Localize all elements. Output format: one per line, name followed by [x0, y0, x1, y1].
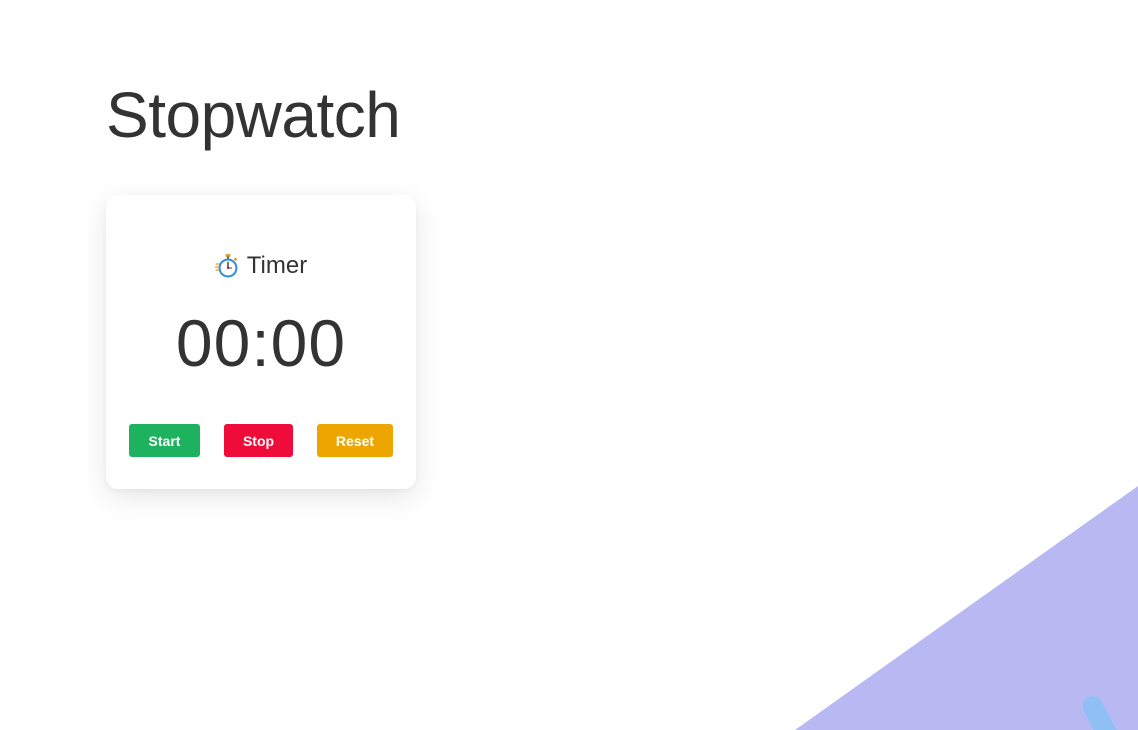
- stop-button[interactable]: Stop: [224, 424, 293, 457]
- blue-pill-shape: [1082, 696, 1122, 730]
- timer-header: Timer: [106, 250, 416, 282]
- timer-display: 00:00: [175, 306, 347, 380]
- page: Stopwatch Timer 00:00 Start Stop Reset: [0, 0, 1138, 730]
- page-title: Stopwatch: [106, 79, 401, 151]
- start-button[interactable]: Start: [129, 424, 200, 457]
- stopwatch-icon: [214, 253, 241, 279]
- purple-triangle-shape: [795, 486, 1138, 730]
- reset-button[interactable]: Reset: [317, 424, 393, 457]
- timer-card: Timer 00:00 Start Stop Reset: [106, 195, 416, 489]
- timer-label: Timer: [246, 252, 308, 279]
